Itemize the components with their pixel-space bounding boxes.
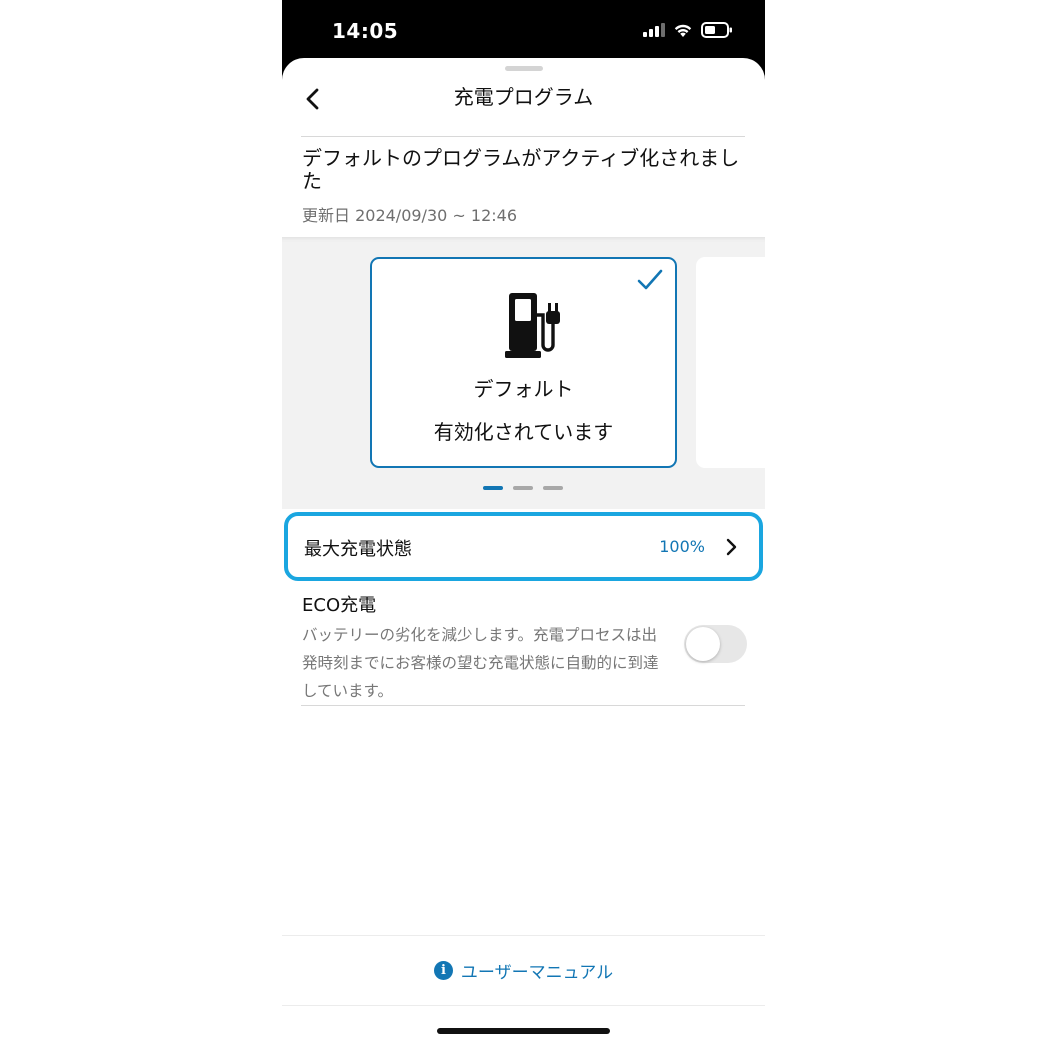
phone-screen: 14:05 充電プログラム デフォルトのプログラムがアクティブ化されました 更新… [282, 0, 765, 1046]
program-carousel[interactable]: デフォルト 有効化されています [282, 237, 765, 509]
home-indicator[interactable] [437, 1028, 610, 1034]
program-active-status: 有効化されています [433, 420, 614, 444]
battery-icon [701, 22, 732, 38]
wifi-icon [674, 24, 692, 37]
divider [301, 136, 745, 137]
toggle-knob [686, 627, 720, 661]
divider [301, 705, 745, 706]
eco-charging-toggle[interactable] [684, 625, 747, 663]
program-status-heading: デフォルトのプログラムがアクティブ化されました [302, 146, 740, 193]
program-card-default[interactable]: デフォルト 有効化されています [370, 257, 677, 468]
user-manual-link[interactable]: i ユーザーマニュアル [282, 936, 765, 1005]
carousel-pager [483, 486, 563, 490]
program-name: デフォルト [473, 377, 574, 401]
pager-dot-2[interactable] [513, 486, 533, 490]
pager-dot-3[interactable] [543, 486, 563, 490]
user-manual-label: ユーザーマニュアル [460, 963, 614, 983]
status-time: 14:05 [332, 19, 399, 43]
eco-charging-title: ECO充電 [302, 595, 377, 616]
max-soc-value: 100% [659, 537, 705, 556]
info-icon: i [433, 961, 453, 980]
charging-program-sheet: 充電プログラム デフォルトのプログラムがアクティブ化されました 更新日 2024… [282, 58, 765, 1046]
status-bar: 14:05 [282, 0, 765, 60]
sheet-grabber[interactable] [505, 66, 543, 71]
check-icon [637, 269, 663, 290]
updated-timestamp: 更新日 2024/09/30 ~ 12:46 [302, 206, 517, 225]
page-title: 充電プログラム [453, 85, 594, 109]
max-soc-row[interactable]: 最大充電状態 100% [284, 512, 763, 581]
chevron-right-icon [726, 538, 737, 556]
ev-charger-icon [505, 293, 560, 358]
status-icons [643, 22, 733, 38]
pager-dot-1[interactable] [483, 486, 503, 490]
eco-charging-description: バッテリーの劣化を減少します。充電プロセスは出発時刻までにお客様の望む充電状態に… [302, 626, 659, 700]
footer: i ユーザーマニュアル [282, 935, 765, 1006]
cellular-signal-icon [643, 23, 665, 37]
max-soc-label: 最大充電状態 [304, 539, 412, 560]
program-card-next[interactable] [696, 257, 765, 468]
